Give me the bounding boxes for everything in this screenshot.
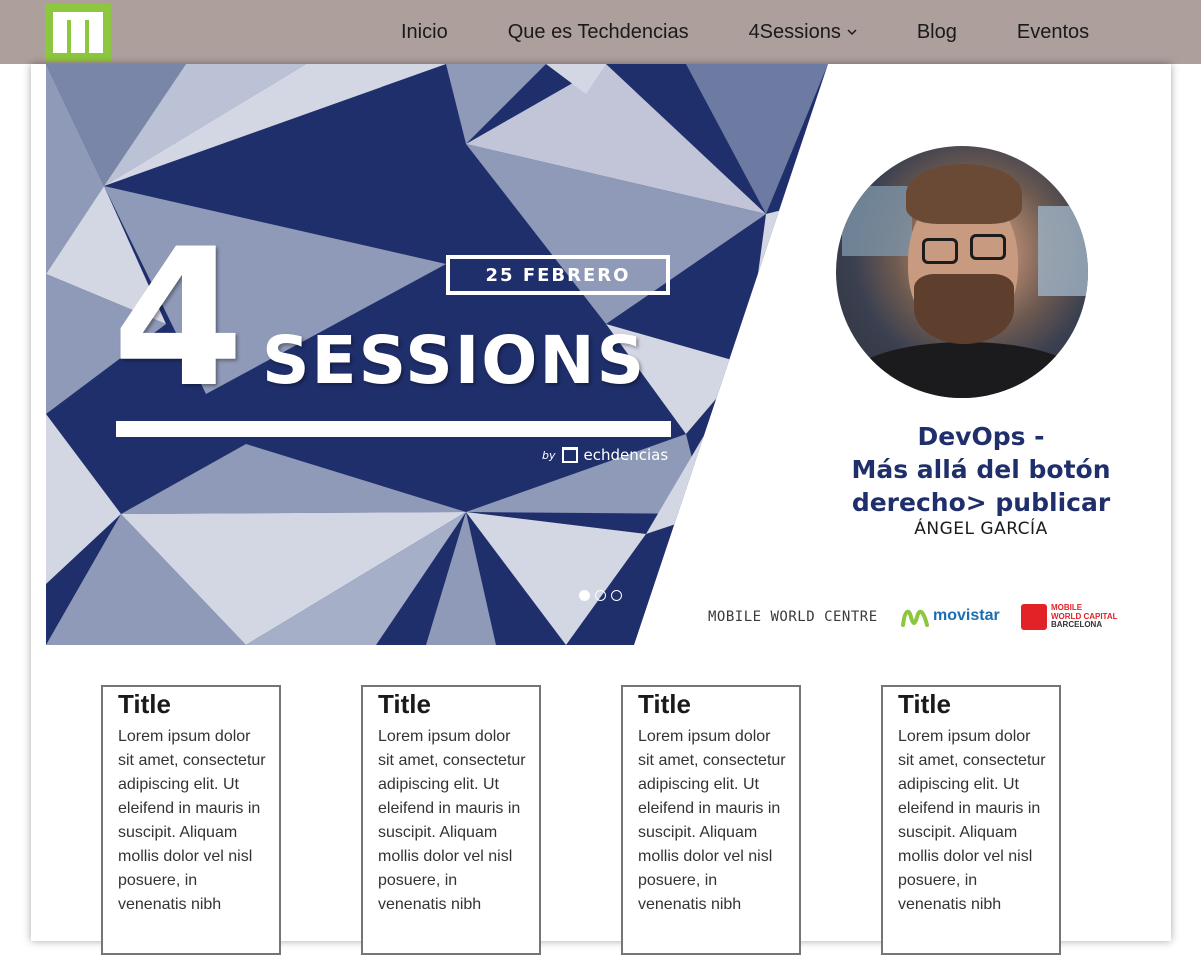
talk-title: DevOps - Más allá del botón derecho> pub… [836, 420, 1126, 519]
nav-item-label: Que es Techdencias [507, 20, 689, 43]
talk-title-line: DevOps - [917, 422, 1045, 451]
nav-item-blog[interactable]: Blog [887, 0, 987, 64]
hero-slider[interactable]: 25 FEBRERO 4 SESSIONS by echdencias DevO… [46, 64, 1156, 645]
talk-title-line: derecho> publicar [851, 488, 1111, 517]
mwcb-line: BARCELONA [1051, 620, 1103, 630]
nav-item-inicio[interactable]: Inicio [371, 0, 478, 64]
chevron-down-icon [847, 29, 857, 36]
sponsor-movistar: movistar [901, 605, 1000, 627]
card-title: Title [638, 689, 691, 719]
sessions-number: 4 [112, 208, 245, 429]
nav-item-label: Inicio [401, 20, 448, 43]
speaker-name: ÁNGEL GARCÍA [914, 519, 1048, 539]
main-menu: Inicio Que es Techdencias 4Sessions Blog… [371, 0, 1119, 64]
nav-item-label: Eventos [1016, 20, 1090, 43]
card-body: Lorem ipsum dolor sit amet, consectetur … [118, 728, 266, 913]
top-navbar: Inicio Que es Techdencias 4Sessions Blog… [0, 0, 1201, 64]
carousel-dot[interactable] [595, 590, 606, 601]
movistar-label: movistar [933, 607, 1000, 624]
mwc-logo-icon [1021, 604, 1047, 630]
feature-card: Title Lorem ipsum dolor sit amet, consec… [621, 685, 801, 955]
byline-by: by [542, 448, 556, 462]
sponsor-mobile-world-capital: MOBILE WORLD CAPITAL BARCELONA [1021, 604, 1118, 630]
sponsor-mobile-world-centre: MOBILE WORLD CENTRE [708, 609, 878, 625]
techdencias-logo[interactable] [45, 4, 111, 61]
sessions-word: SESSIONS [262, 322, 647, 399]
talk-title-line: Más allá del botón [851, 455, 1111, 484]
card-title: Title [898, 689, 951, 719]
speaker-photo [836, 146, 1088, 398]
byline-brand: echdencias [583, 446, 669, 464]
nav-item-que-es-techdencias[interactable]: Que es Techdencias [478, 0, 719, 64]
feature-card: Title Lorem ipsum dolor sit amet, consec… [101, 685, 281, 955]
carousel-dot[interactable] [611, 590, 622, 601]
feature-card: Title Lorem ipsum dolor sit amet, consec… [881, 685, 1061, 955]
carousel-dot[interactable] [579, 590, 590, 601]
techdencias-byline: by echdencias [542, 446, 668, 464]
nav-item-label: Blog [916, 20, 957, 43]
feature-card: Title Lorem ipsum dolor sit amet, consec… [361, 685, 541, 955]
event-date: 25 FEBRERO [446, 255, 670, 295]
nav-item-eventos[interactable]: Eventos [987, 0, 1119, 64]
nav-item-4sessions[interactable]: 4Sessions [719, 0, 887, 64]
card-title: Title [378, 689, 431, 719]
carousel-dots [579, 590, 622, 601]
card-body: Lorem ipsum dolor sit amet, consectetur … [638, 728, 786, 913]
card-title: Title [118, 689, 171, 719]
nav-item-label: 4Sessions [748, 20, 841, 43]
movistar-logo-icon [901, 609, 929, 627]
techdencias-mark-icon [561, 447, 578, 463]
card-body: Lorem ipsum dolor sit amet, consectetur … [378, 728, 526, 913]
divider-bar [116, 421, 671, 437]
card-body: Lorem ipsum dolor sit amet, consectetur … [898, 728, 1046, 913]
